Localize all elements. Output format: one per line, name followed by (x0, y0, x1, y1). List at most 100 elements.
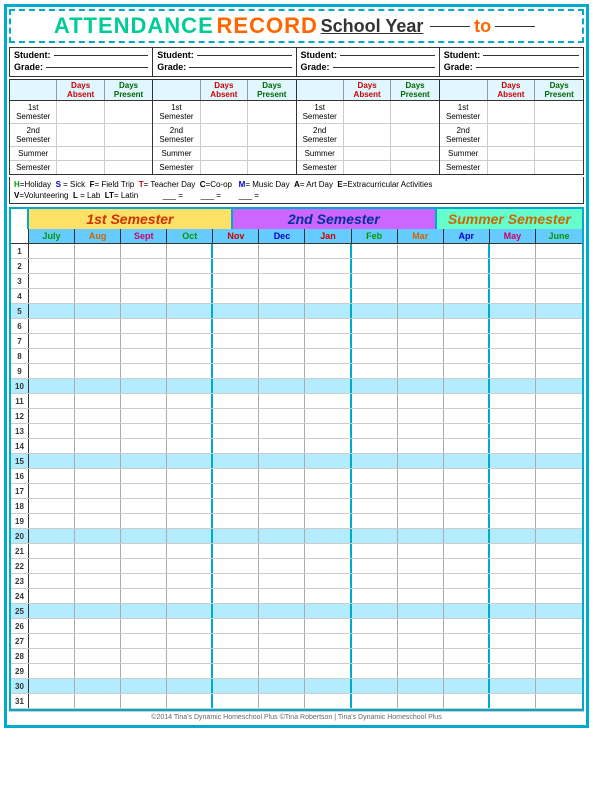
day-10-month-6[interactable] (259, 379, 305, 393)
day-4-month-5[interactable] (213, 289, 259, 303)
day-21-month-10[interactable] (444, 544, 490, 558)
day-8-month-1[interactable] (29, 349, 75, 363)
day-7-month-9[interactable] (398, 334, 444, 348)
day-23-month-1[interactable] (29, 574, 75, 588)
day-16-month-7[interactable] (305, 469, 351, 483)
day-5-month-11[interactable] (490, 304, 536, 318)
day-30-month-3[interactable] (121, 679, 167, 693)
day-2-month-8[interactable] (352, 259, 398, 273)
day-5-month-6[interactable] (259, 304, 305, 318)
day-26-month-1[interactable] (29, 619, 75, 633)
day-15-month-1[interactable] (29, 454, 75, 468)
day-7-month-1[interactable] (29, 334, 75, 348)
day-26-month-3[interactable] (121, 619, 167, 633)
day-12-month-7[interactable] (305, 409, 351, 423)
day-10-month-7[interactable] (305, 379, 351, 393)
day-1-month-5[interactable] (213, 244, 259, 258)
day-20-month-7[interactable] (305, 529, 351, 543)
day-24-month-12[interactable] (536, 589, 582, 603)
day-12-month-8[interactable] (352, 409, 398, 423)
day-12-month-11[interactable] (490, 409, 536, 423)
day-18-month-10[interactable] (444, 499, 490, 513)
day-31-month-9[interactable] (398, 694, 444, 708)
day-15-month-9[interactable] (398, 454, 444, 468)
day-19-month-10[interactable] (444, 514, 490, 528)
day-11-month-5[interactable] (213, 394, 259, 408)
day-9-month-4[interactable] (167, 364, 213, 378)
day-30-month-2[interactable] (75, 679, 121, 693)
day-22-month-1[interactable] (29, 559, 75, 573)
day-16-month-9[interactable] (398, 469, 444, 483)
day-7-month-5[interactable] (213, 334, 259, 348)
day-25-month-6[interactable] (259, 604, 305, 618)
day-5-month-7[interactable] (305, 304, 351, 318)
day-2-month-3[interactable] (121, 259, 167, 273)
day-12-month-12[interactable] (536, 409, 582, 423)
day-18-month-7[interactable] (305, 499, 351, 513)
day-30-month-11[interactable] (490, 679, 536, 693)
day-29-month-7[interactable] (305, 664, 351, 678)
day-13-month-6[interactable] (259, 424, 305, 438)
day-29-month-2[interactable] (75, 664, 121, 678)
day-7-month-4[interactable] (167, 334, 213, 348)
day-12-month-4[interactable] (167, 409, 213, 423)
day-17-month-7[interactable] (305, 484, 351, 498)
day-4-month-6[interactable] (259, 289, 305, 303)
day-26-month-5[interactable] (213, 619, 259, 633)
day-12-month-2[interactable] (75, 409, 121, 423)
day-11-month-11[interactable] (490, 394, 536, 408)
day-18-month-1[interactable] (29, 499, 75, 513)
day-24-month-7[interactable] (305, 589, 351, 603)
day-23-month-5[interactable] (213, 574, 259, 588)
day-13-month-10[interactable] (444, 424, 490, 438)
day-21-month-5[interactable] (213, 544, 259, 558)
day-28-month-10[interactable] (444, 649, 490, 663)
day-2-month-12[interactable] (536, 259, 582, 273)
day-3-month-7[interactable] (305, 274, 351, 288)
day-20-month-4[interactable] (167, 529, 213, 543)
day-2-month-9[interactable] (398, 259, 444, 273)
day-21-month-9[interactable] (398, 544, 444, 558)
day-19-month-12[interactable] (536, 514, 582, 528)
day-13-month-2[interactable] (75, 424, 121, 438)
day-23-month-10[interactable] (444, 574, 490, 588)
day-3-month-5[interactable] (213, 274, 259, 288)
day-3-month-3[interactable] (121, 274, 167, 288)
day-22-month-12[interactable] (536, 559, 582, 573)
day-15-month-2[interactable] (75, 454, 121, 468)
day-4-month-8[interactable] (352, 289, 398, 303)
day-14-month-5[interactable] (213, 439, 259, 453)
day-25-month-12[interactable] (536, 604, 582, 618)
day-28-month-2[interactable] (75, 649, 121, 663)
day-6-month-3[interactable] (121, 319, 167, 333)
day-21-month-7[interactable] (305, 544, 351, 558)
day-22-month-7[interactable] (305, 559, 351, 573)
day-19-month-6[interactable] (259, 514, 305, 528)
day-7-month-10[interactable] (444, 334, 490, 348)
day-3-month-1[interactable] (29, 274, 75, 288)
day-10-month-3[interactable] (121, 379, 167, 393)
day-28-month-5[interactable] (213, 649, 259, 663)
day-3-month-4[interactable] (167, 274, 213, 288)
day-16-month-1[interactable] (29, 469, 75, 483)
day-30-month-12[interactable] (536, 679, 582, 693)
day-27-month-1[interactable] (29, 634, 75, 648)
day-5-month-8[interactable] (352, 304, 398, 318)
day-9-month-3[interactable] (121, 364, 167, 378)
day-25-month-11[interactable] (490, 604, 536, 618)
day-3-month-11[interactable] (490, 274, 536, 288)
day-30-month-6[interactable] (259, 679, 305, 693)
day-17-month-12[interactable] (536, 484, 582, 498)
day-27-month-6[interactable] (259, 634, 305, 648)
day-1-month-7[interactable] (305, 244, 351, 258)
day-16-month-6[interactable] (259, 469, 305, 483)
day-18-month-8[interactable] (352, 499, 398, 513)
day-28-month-1[interactable] (29, 649, 75, 663)
day-6-month-4[interactable] (167, 319, 213, 333)
day-15-month-8[interactable] (352, 454, 398, 468)
day-16-month-5[interactable] (213, 469, 259, 483)
day-18-month-6[interactable] (259, 499, 305, 513)
day-1-month-3[interactable] (121, 244, 167, 258)
day-24-month-5[interactable] (213, 589, 259, 603)
day-27-month-5[interactable] (213, 634, 259, 648)
